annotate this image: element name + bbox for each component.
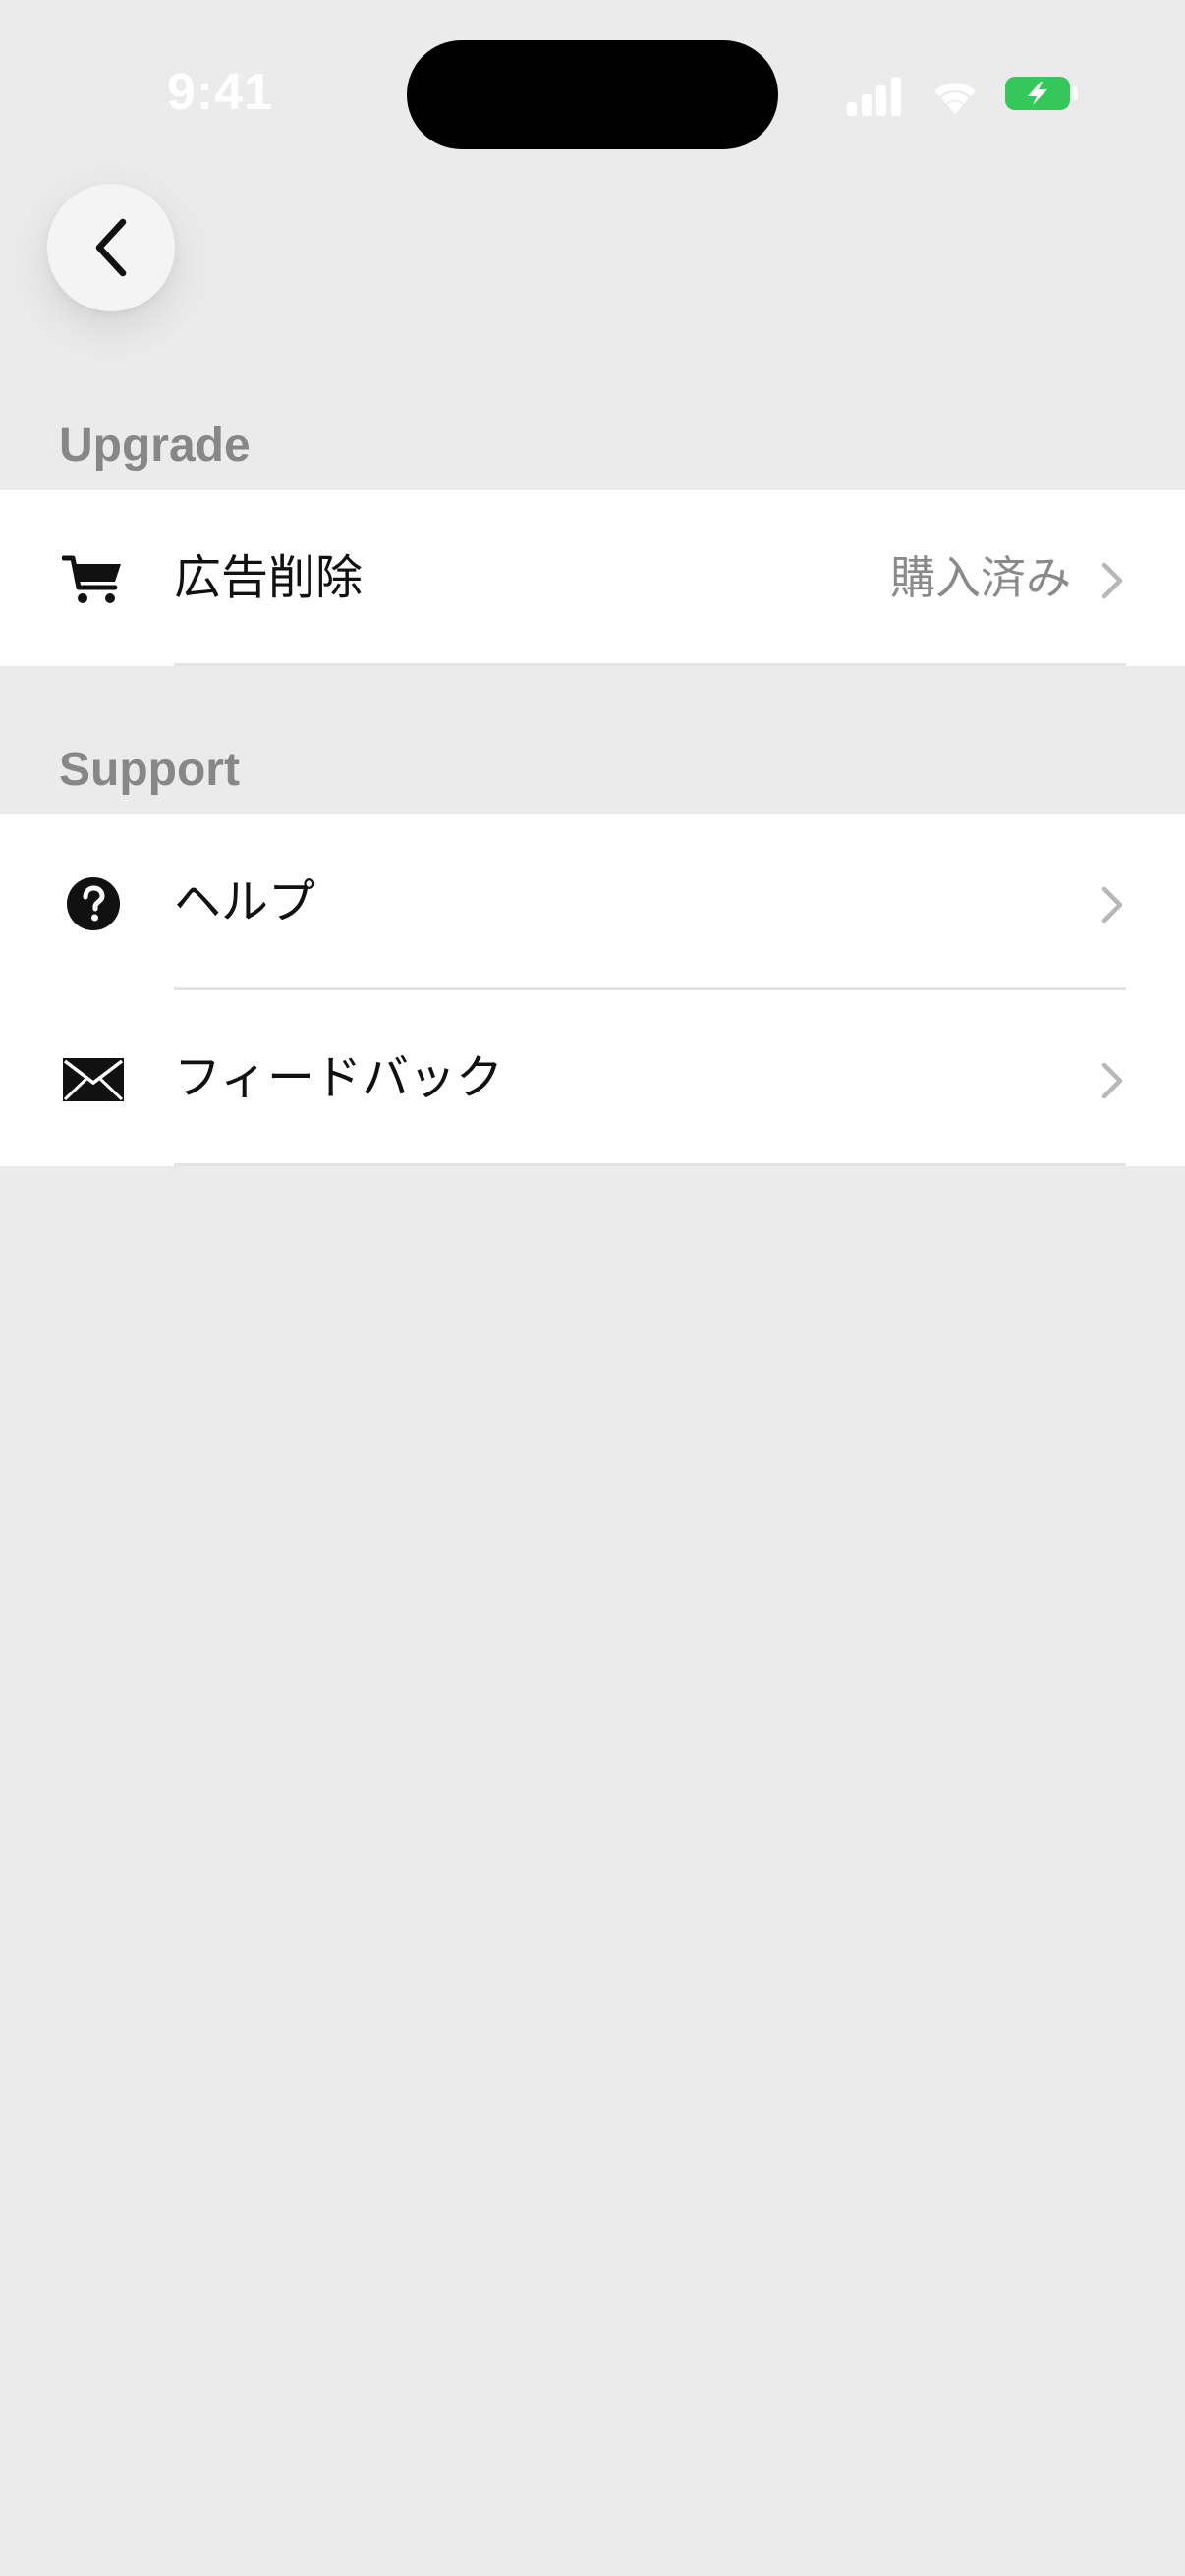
- row-divider: [174, 663, 1126, 666]
- chevron-right-icon: [1101, 562, 1123, 599]
- section-header-support: Support: [59, 744, 240, 796]
- section-header-upgrade: Upgrade: [59, 420, 251, 472]
- remove-ads-label: 広告削除: [174, 550, 364, 605]
- row-divider: [174, 1163, 1126, 1166]
- chevron-left-icon: [95, 218, 127, 277]
- feedback-row[interactable]: フィードバック: [0, 990, 1185, 1166]
- wifi-icon: [934, 83, 976, 114]
- cellular-signal-icon: [847, 77, 901, 116]
- battery-charging-icon: [1005, 77, 1078, 110]
- cart-icon: [61, 547, 126, 612]
- upgrade-group: 広告削除 購入済み: [0, 490, 1185, 666]
- help-row[interactable]: ヘルプ: [0, 814, 1185, 990]
- chevron-right-icon: [1101, 886, 1123, 924]
- help-label: ヘルプ: [174, 874, 316, 929]
- settings-screen: 9:41 Upgrade 広告削除 購入済み Support ヘルプ フィードバ…: [0, 0, 1185, 2576]
- purchase-status: 購入済み: [890, 551, 1071, 604]
- dynamic-island: [407, 40, 778, 149]
- remove-ads-row[interactable]: 広告削除 購入済み: [0, 490, 1185, 666]
- chevron-right-icon: [1101, 1062, 1123, 1099]
- envelope-icon: [61, 1047, 126, 1112]
- status-time: 9:41: [167, 64, 274, 121]
- support-group: ヘルプ フィードバック: [0, 814, 1185, 1166]
- back-button[interactable]: [47, 184, 175, 311]
- question-circle-icon: [61, 871, 126, 936]
- feedback-label: フィードバック: [174, 1050, 504, 1105]
